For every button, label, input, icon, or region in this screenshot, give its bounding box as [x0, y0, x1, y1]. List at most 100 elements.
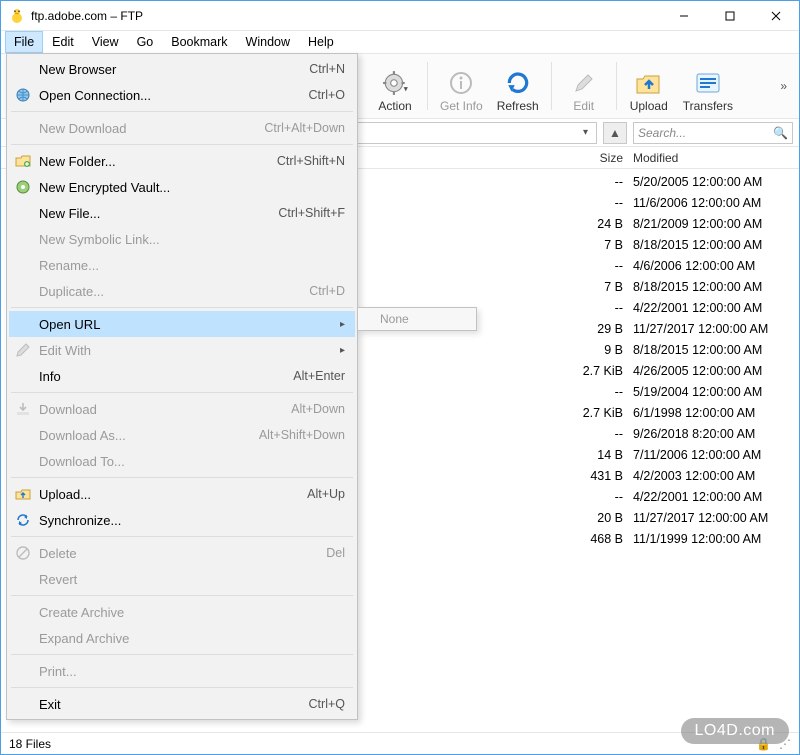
cell-size: 29 B — [573, 322, 633, 336]
menu-item-duplicate: Duplicate...Ctrl+D — [9, 278, 355, 304]
menu-item-shortcut: Ctrl+Alt+Down — [264, 121, 345, 135]
cell-modified: 4/22/2001 12:00:00 AM — [633, 490, 793, 504]
menu-item-synchronize[interactable]: Synchronize... — [9, 507, 355, 533]
menu-separator — [11, 654, 353, 655]
menu-item-open-connection[interactable]: Open Connection...Ctrl+O — [9, 82, 355, 108]
cell-size: 7 B — [573, 238, 633, 252]
cell-modified: 4/2/2003 12:00:00 AM — [633, 469, 793, 483]
menu-item-new-file[interactable]: New File...Ctrl+Shift+F — [9, 200, 355, 226]
pencil-icon — [14, 341, 32, 359]
toolbar-action[interactable]: ▾ Action — [369, 57, 421, 115]
menu-item-download-as: Download As...Alt+Shift+Down — [9, 422, 355, 448]
cell-size: 431 B — [573, 469, 633, 483]
toolbar-refresh[interactable]: Refresh — [491, 57, 545, 115]
close-button[interactable] — [753, 1, 799, 31]
delete-icon — [14, 544, 32, 562]
menu-item-shortcut: Del — [326, 546, 345, 560]
download-icon — [14, 400, 32, 418]
menu-bookmark[interactable]: Bookmark — [162, 31, 236, 53]
menu-item-new-encrypted-vault[interactable]: New Encrypted Vault... — [9, 174, 355, 200]
cell-modified: 8/18/2015 12:00:00 AM — [633, 343, 793, 357]
menu-item-label: New Symbolic Link... — [39, 232, 345, 247]
menu-item-revert: Revert — [9, 566, 355, 592]
cell-size: 7 B — [573, 280, 633, 294]
menu-go[interactable]: Go — [128, 31, 163, 53]
refresh-icon — [504, 69, 532, 97]
menu-separator — [11, 111, 353, 112]
menu-item-shortcut: Ctrl+Shift+F — [278, 206, 345, 220]
menu-separator — [11, 144, 353, 145]
toolbar-edit[interactable]: Edit — [558, 57, 610, 115]
toolbar-overflow[interactable]: » — [774, 75, 793, 97]
menu-separator — [11, 307, 353, 308]
menu-help[interactable]: Help — [299, 31, 343, 53]
col-modified[interactable]: Modified — [633, 151, 793, 165]
go-up-button[interactable]: ▲ — [603, 122, 627, 144]
cell-size: -- — [573, 301, 633, 315]
cell-modified: 8/18/2015 12:00:00 AM — [633, 280, 793, 294]
cell-modified: 4/22/2001 12:00:00 AM — [633, 301, 793, 315]
cell-size: 9 B — [573, 343, 633, 357]
app-window: ftp.adobe.com – FTP File Edit View Go Bo… — [0, 0, 800, 755]
menu-item-label: Print... — [39, 664, 345, 679]
menu-edit[interactable]: Edit — [43, 31, 83, 53]
cell-modified: 5/19/2004 12:00:00 AM — [633, 385, 793, 399]
openurl-submenu: None — [357, 307, 477, 331]
menu-file[interactable]: File — [5, 31, 43, 53]
menu-item-label: Download As... — [39, 428, 259, 443]
submenu-none: None — [380, 312, 409, 326]
menu-item-label: Synchronize... — [39, 513, 345, 528]
menu-separator — [11, 595, 353, 596]
cell-size: 24 B — [573, 217, 633, 231]
cell-modified: 8/21/2009 12:00:00 AM — [633, 217, 793, 231]
cell-modified: 11/27/2017 12:00:00 AM — [633, 322, 793, 336]
menu-item-upload[interactable]: Upload...Alt+Up — [9, 481, 355, 507]
svg-text:▾: ▾ — [404, 84, 408, 94]
menu-item-label: Delete — [39, 546, 326, 561]
search-icon: 🔍 — [773, 126, 788, 140]
maximize-button[interactable] — [707, 1, 753, 31]
menu-item-delete: DeleteDel — [9, 540, 355, 566]
menu-window[interactable]: Window — [237, 31, 299, 53]
menu-item-label: Rename... — [39, 258, 345, 273]
folderplus-icon — [14, 152, 32, 170]
search-placeholder: Search... — [638, 126, 686, 140]
file-menu-dropdown: New BrowserCtrl+NOpen Connection...Ctrl+… — [6, 53, 358, 720]
menu-separator — [11, 477, 353, 478]
info-icon — [447, 69, 475, 97]
menu-item-shortcut: Alt+Enter — [293, 369, 345, 383]
cell-modified: 11/1/1999 12:00:00 AM — [633, 532, 793, 546]
menu-item-edit-with: Edit With▸ — [9, 337, 355, 363]
menu-item-new-folder[interactable]: New Folder...Ctrl+Shift+N — [9, 148, 355, 174]
cell-size: -- — [573, 175, 633, 189]
cell-size: 2.7 KiB — [573, 364, 633, 378]
search-input[interactable]: Search... 🔍 — [633, 122, 793, 144]
watermark: LO4D.com — [681, 718, 789, 744]
menu-item-label: Expand Archive — [39, 631, 345, 646]
window-title: ftp.adobe.com – FTP — [31, 9, 143, 23]
menu-item-exit[interactable]: ExitCtrl+Q — [9, 691, 355, 717]
toolbar-getinfo[interactable]: Get Info — [434, 57, 489, 115]
menu-item-open-url[interactable]: Open URL▸ — [9, 311, 355, 337]
menu-item-new-browser[interactable]: New BrowserCtrl+N — [9, 56, 355, 82]
cell-modified: 7/11/2006 12:00:00 AM — [633, 448, 793, 462]
transfers-icon — [694, 69, 722, 97]
minimize-button[interactable] — [661, 1, 707, 31]
cell-size: -- — [573, 427, 633, 441]
menu-item-label: Create Archive — [39, 605, 345, 620]
cell-size: -- — [573, 385, 633, 399]
toolbar-upload[interactable]: Upload — [623, 57, 675, 115]
upload-icon — [635, 69, 663, 97]
menu-item-label: Download — [39, 402, 291, 417]
col-size[interactable]: Size — [573, 151, 633, 165]
cell-size: -- — [573, 490, 633, 504]
menu-item-label: Edit With — [39, 343, 334, 358]
statusbar: 18 Files 🔒 ⋰ — [1, 732, 799, 754]
menu-item-label: New Browser — [39, 62, 309, 77]
menu-view[interactable]: View — [83, 31, 128, 53]
menu-item-info[interactable]: InfoAlt+Enter — [9, 363, 355, 389]
upload-icon — [14, 485, 32, 503]
cell-modified: 11/6/2006 12:00:00 AM — [633, 196, 793, 210]
toolbar-transfers[interactable]: Transfers — [677, 57, 739, 115]
menu-item-label: New Folder... — [39, 154, 277, 169]
